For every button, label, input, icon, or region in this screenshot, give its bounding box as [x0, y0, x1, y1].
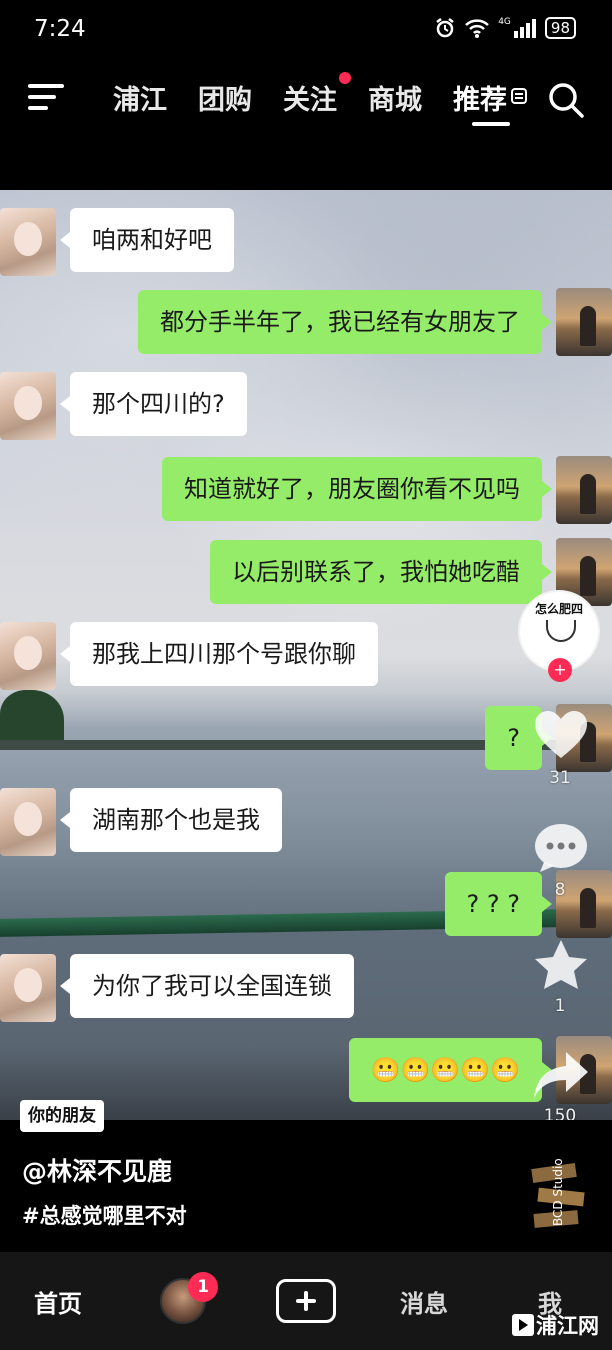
comment-icon[interactable] — [532, 820, 590, 874]
like-icon[interactable] — [532, 708, 590, 762]
share-arrow-icon[interactable] — [532, 1048, 590, 1102]
chat-message: 都分手半年了，我已经有女朋友了 — [138, 290, 552, 354]
friend-tag: 你的朋友 — [20, 1100, 104, 1132]
chat-message: 知道就好了，朋友圈你看不见吗 — [162, 457, 552, 521]
tab-mall[interactable]: 商城 — [368, 78, 422, 117]
avatar-boy — [556, 456, 612, 524]
create-post-button[interactable] — [276, 1279, 336, 1323]
like-count: 31 — [549, 768, 571, 788]
menu-icon[interactable] — [28, 82, 66, 112]
status-bar: 7:24 4G 98 — [0, 0, 612, 60]
hashtag-link[interactable]: #总感觉哪里不对 — [22, 1200, 187, 1230]
tab-recommended[interactable]: 推荐 — [453, 78, 507, 117]
feed-switch-icon[interactable] — [511, 88, 527, 104]
chat-message: 为你了我可以全国连锁 — [60, 954, 354, 1018]
signal-icon — [513, 19, 536, 38]
follow-button[interactable]: + — [548, 658, 572, 682]
cartoon-face-icon — [546, 620, 576, 642]
author-badge-title: 怎么肥四 — [534, 602, 583, 616]
avatar-girl — [0, 788, 56, 856]
battery-indicator: 98 — [544, 17, 576, 39]
search-icon[interactable] — [546, 80, 586, 120]
notification-badge: 1 — [188, 1272, 218, 1302]
play-logo-icon — [512, 1314, 534, 1336]
favorite-star-icon[interactable] — [532, 938, 590, 992]
avatar-girl — [0, 208, 56, 276]
chat-message: 😬😬😬😬😬 — [348, 1038, 553, 1102]
site-watermark: 浦江网 — [512, 1310, 599, 1340]
chat-message: 那个四川的? — [60, 372, 247, 436]
nav-messages[interactable]: 消息 — [400, 1284, 448, 1319]
author-name[interactable]: @林深不见鹿 — [22, 1152, 172, 1188]
music-label: BCD Studio — [551, 1158, 565, 1226]
tab-pujiang[interactable]: 浦江 — [113, 78, 167, 117]
network-type: 4G — [498, 17, 511, 27]
comment-count: 8 — [554, 880, 566, 900]
chat-message: 咱两和好吧 — [60, 208, 234, 272]
chat-message: 以后别联系了，我怕她吃醋 — [210, 540, 552, 604]
chat-message: 湖南那个也是我 — [60, 788, 282, 852]
tab-following[interactable]: 关注 — [283, 78, 337, 117]
following-badge — [339, 72, 351, 84]
watermark-text: 浦江网 — [536, 1314, 599, 1338]
avatar-girl — [0, 372, 56, 440]
nav-home[interactable]: 首页 — [34, 1284, 82, 1319]
video-player[interactable]: 咱两和好吧 都分手半年了，我已经有女朋友了 那个四川的? 知道就好了，朋友圈你看… — [0, 190, 612, 1120]
active-tab-indicator — [472, 122, 510, 126]
wifi-icon — [465, 19, 490, 38]
avatar-boy — [556, 288, 612, 356]
favorite-count: 1 — [554, 996, 566, 1016]
music-disc-icon[interactable]: BCD Studio — [528, 1156, 588, 1232]
avatar-girl — [0, 622, 56, 690]
chat-message: 那我上四川那个号跟你聊 — [60, 622, 378, 686]
top-nav: 浦江 团购 关注 商城 推荐 — [0, 60, 612, 190]
status-time: 7:24 — [34, 16, 86, 42]
status-icons: 4G 98 — [434, 17, 576, 39]
tab-group-buy[interactable]: 团购 — [198, 78, 252, 117]
avatar-girl — [0, 954, 56, 1022]
alarm-icon — [436, 18, 454, 38]
